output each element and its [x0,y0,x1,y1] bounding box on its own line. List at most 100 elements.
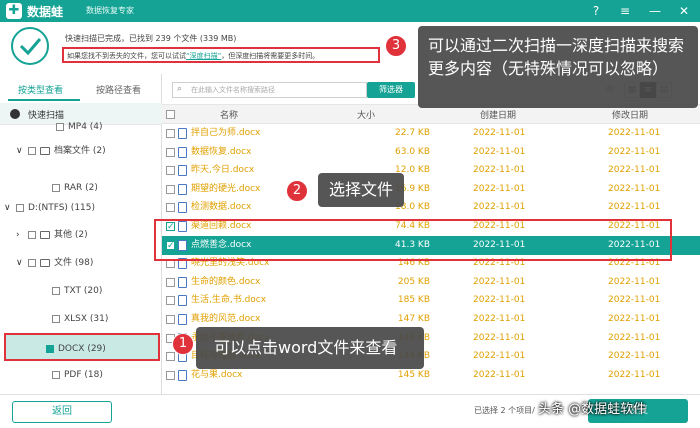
back-button[interactable]: 返回 [12,401,112,423]
expand-chevron-icon[interactable]: ∨ [16,141,28,161]
scan-complete-icon [11,27,49,65]
deep-scan-link[interactable]: “深度扫描” [186,52,221,60]
annotation-badge-2: 2 [286,180,308,202]
file-modified-date: 2022-11-01 [608,146,661,157]
menu-icon[interactable]: ≡ [617,3,633,19]
annotation-callout-3: 可以通过二次扫描一深度扫描来搜索更多内容（无特殊情况可以忽略） [418,26,698,108]
expand-chevron-icon[interactable]: › [16,225,28,245]
expand-chevron-icon[interactable]: ∨ [4,198,16,218]
file-created-date: 2022-11-01 [473,332,526,343]
tree-item-label: 档案文件 (2) [54,146,106,156]
row-checkbox[interactable] [166,296,175,306]
row-checkbox[interactable] [166,370,175,380]
file-name: 期望的硬光.docx [191,183,261,194]
docx-file-icon [178,128,187,139]
docx-file-icon [178,202,187,214]
search-input[interactable]: ⌕ 在此输入文件名称搜索路径 [172,82,367,98]
tree-item[interactable]: › 其他 (2) [16,225,88,245]
tree-item-label: PDF (18) [64,370,103,380]
column-name[interactable]: 名称 [220,108,238,121]
tree-checkbox[interactable] [52,286,60,295]
row-checkbox[interactable] [166,129,175,138]
tree-checkbox[interactable] [28,258,36,267]
file-created-date: 2022-11-01 [473,314,526,324]
annotation-callout-2: 选择文件 [318,173,404,207]
annotation-callout-1: 可以点击word文件来查看 [196,327,424,369]
file-created-date: 2022-11-01 [473,128,526,138]
file-created-date: 2022-11-01 [473,165,526,176]
quick-scan-icon [10,109,20,119]
tree-item[interactable]: MP4 (4) [44,117,103,137]
tree-item-label: 文件 (98) [54,258,94,268]
table-row[interactable]: 拌自己为师.docx 22.7 KB 2022-11-01 2022-11-01 [162,124,700,143]
tree-item[interactable]: ∨ D:(NTFS) (115) [4,198,95,218]
table-row[interactable]: 数据恢复.docx 63.0 KB 2022-11-01 2022-11-01 [162,143,700,162]
expand-chevron-icon[interactable]: ∨ [16,253,28,273]
column-modified[interactable]: 修改日期 [612,108,648,121]
file-size: 205 KB [397,276,430,287]
search-icon: ⌕ [177,84,183,94]
row-checkbox[interactable] [166,166,175,176]
close-icon[interactable]: ✕ [676,3,692,19]
tree-checkbox[interactable] [28,230,36,239]
file-modified-date: 2022-11-01 [608,351,661,362]
tree-item-docx[interactable]: DOCX (29) [4,333,160,361]
tree-checkbox[interactable] [52,370,60,379]
row-checkbox[interactable] [166,315,175,324]
table-row[interactable]: 昨天,今日.docx 12.0 KB 2022-11-01 2022-11-01 [162,161,700,180]
tree-item[interactable]: TXT (20) [40,281,102,301]
docx-file-icon [178,165,187,177]
file-created-date: 2022-11-01 [473,146,526,157]
file-created-date: 2022-11-01 [473,295,526,306]
title-bar: ✚ 数据蛙 数据恢复专家 ? ≡ — ✕ [0,0,700,22]
column-created[interactable]: 创建日期 [480,108,516,121]
file-size: 185 KB [397,295,430,306]
file-size: 63.0 KB [395,146,430,157]
tree-checkbox[interactable] [52,183,60,192]
app-logo: ✚ [6,3,22,19]
minimize-icon[interactable]: — [647,3,663,19]
file-created-date: 2022-11-01 [473,369,526,380]
row-checkbox[interactable] [166,352,175,362]
tab-by-path[interactable]: 按路径查看 [96,83,141,96]
table-row[interactable]: 生命的颜色.docx 205 KB 2022-11-01 2022-11-01 [162,273,700,292]
tab-by-type[interactable]: 按类型查看 [18,83,63,96]
column-size[interactable]: 大小 [357,108,375,121]
table-row[interactable]: 期望的硬光.docx 16.9 KB 2022-11-01 2022-11-01 [162,180,700,199]
annotation-badge-1: 1 [172,333,194,355]
tree-checkbox[interactable] [52,314,60,323]
folder-icon [40,258,50,267]
row-checkbox[interactable] [166,147,175,157]
file-name: 检测数据.docx [191,202,252,213]
app-name: 数据蛙 [27,5,64,19]
tree-item[interactable]: PDF (18) [40,365,103,385]
watermark: 头条 @数据蛙软件 [538,402,647,417]
tree-item[interactable]: RAR (2) [40,178,98,198]
file-name: 生活,生命,书.docx [191,295,267,306]
row-checkbox[interactable] [166,203,175,213]
filter-button[interactable]: 筛选器 [367,82,415,98]
tree-item[interactable]: XLSX (31) [40,309,108,329]
hint-text-post: ，但深度扫描将需要更多时间。 [221,52,320,60]
active-tab-indicator [8,99,80,101]
selected-count: 已选择 2 个项目/ [474,406,535,415]
docx-file-icon [178,295,187,307]
tree-checkbox[interactable] [56,122,64,131]
select-all-checkbox[interactable] [166,110,175,119]
tree-item[interactable]: ∨ 档案文件 (2) [16,141,106,161]
tree-checkbox[interactable] [28,146,36,155]
table-row[interactable]: 生活,生命,书.docx 185 KB 2022-11-01 2022-11-01 [162,291,700,310]
file-modified-date: 2022-11-01 [608,295,661,306]
file-name: 拌自己为师.docx [191,128,261,138]
file-modified-date: 2022-11-01 [608,202,661,213]
help-icon[interactable]: ? [588,3,604,19]
row-checkbox[interactable] [166,184,175,194]
tree-item[interactable]: ∨ 文件 (98) [16,253,93,273]
tree-checkbox[interactable] [16,203,24,212]
file-size: 22.7 KB [395,128,430,138]
tree-checkbox[interactable] [46,344,54,353]
table-row[interactable]: 检测数据.docx 18.0 KB 2022-11-01 2022-11-01 [162,198,700,217]
file-created-date: 2022-11-01 [473,202,526,213]
row-checkbox[interactable] [166,277,175,287]
tree-item-label: DOCX (29) [58,344,106,354]
